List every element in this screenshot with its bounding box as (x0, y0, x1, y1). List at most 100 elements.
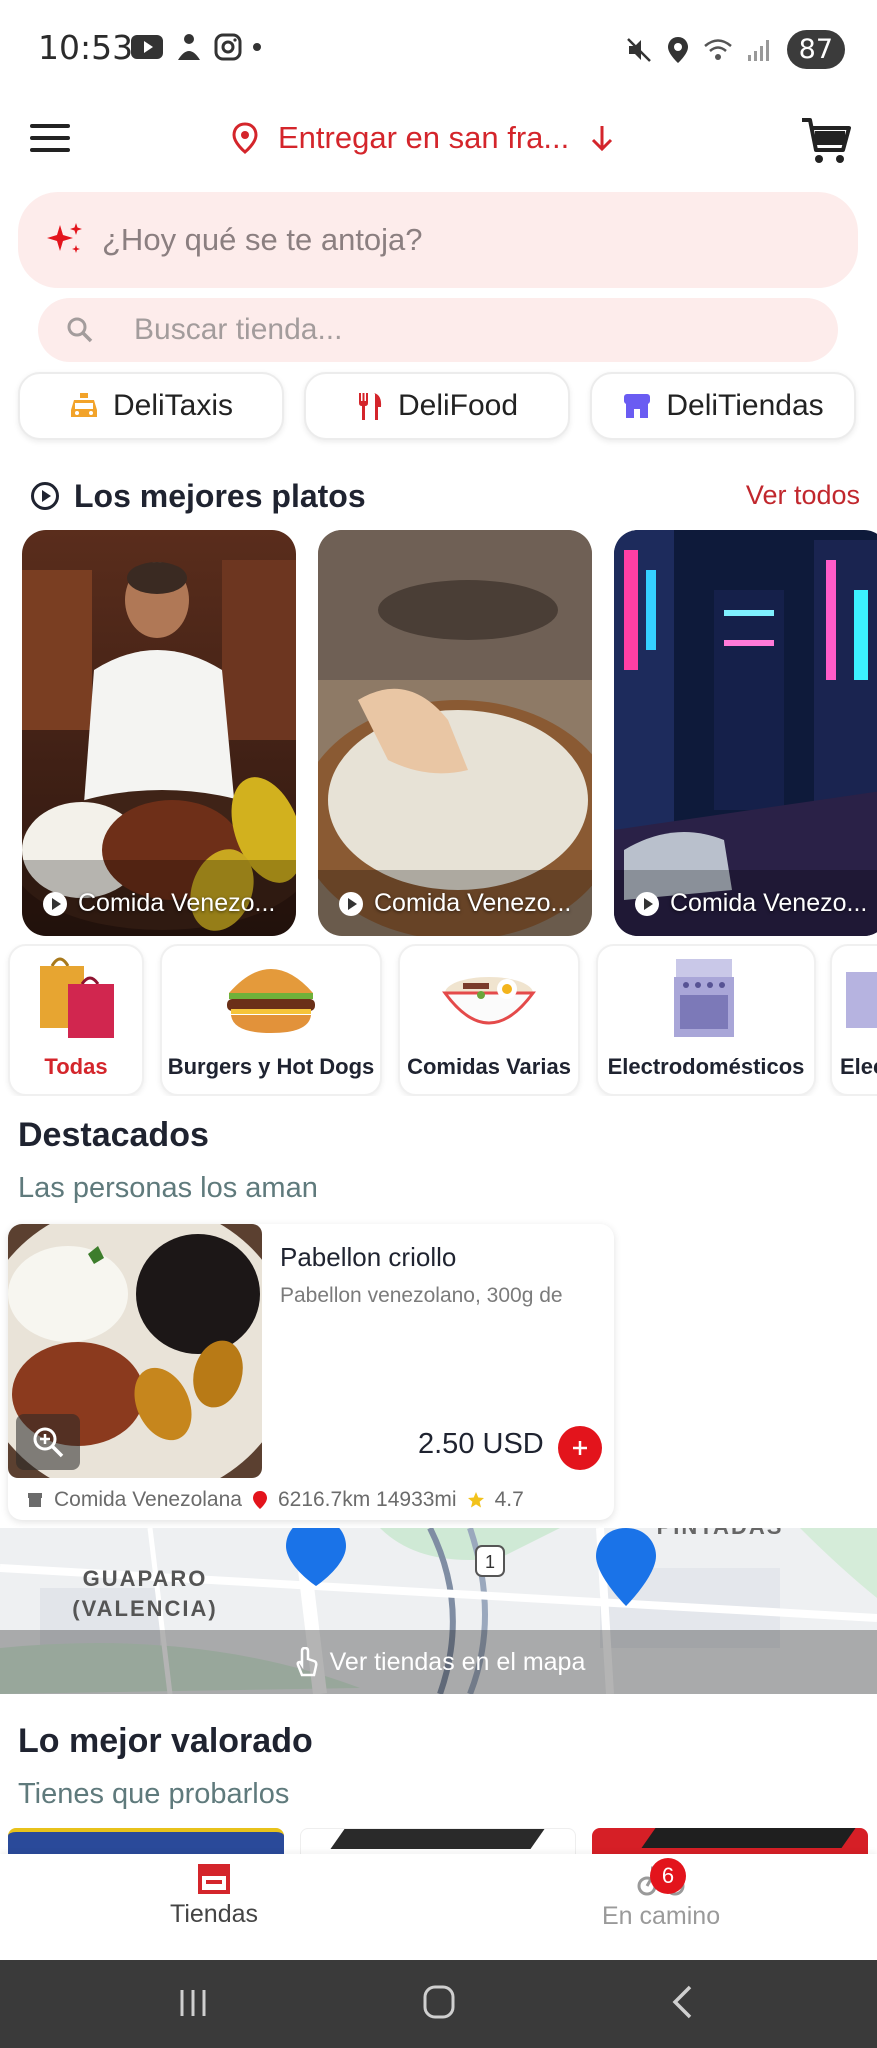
video-caption: Comida Venezo... (338, 889, 571, 918)
category-partial[interactable]: Elec (830, 944, 877, 1096)
video-caption-text: Comida Venezo... (374, 889, 572, 917)
signal-icon (747, 39, 769, 61)
product-card[interactable]: Pabellon criollo Pabellon venezolano, 30… (8, 1224, 614, 1520)
video-card[interactable]: Comida Venezo... (318, 530, 592, 936)
product-rating: 4.7 (494, 1488, 524, 1511)
delivery-location-selector[interactable]: Entregar en san fra... (232, 120, 615, 156)
video-thumbnail (614, 530, 877, 936)
play-icon (635, 891, 659, 916)
category-burgers[interactable]: Burgers y Hot Dogs (160, 944, 382, 1096)
category-label: Electrodomésticos (607, 1054, 805, 1079)
category-label: Burgers y Hot Dogs (167, 1054, 375, 1079)
best-dishes-carousel: Comida Venezo... Comida Venezo... Comida… (22, 530, 877, 936)
category-todas[interactable]: Todas (8, 944, 144, 1096)
category-label: Comidas Varias (407, 1054, 571, 1079)
route-number: 1 (485, 1552, 495, 1572)
product-image (8, 1224, 262, 1478)
category-electrodomesticos[interactable]: Electrodomésticos (596, 944, 816, 1096)
notification-icons (130, 32, 262, 62)
map-label: PINTADAS (657, 1528, 784, 1539)
video-thumbnail (318, 530, 592, 936)
on-the-way-badge: 6 (650, 1858, 686, 1894)
play-circle-icon (31, 482, 59, 510)
top-rated-card[interactable] (8, 1828, 284, 1854)
top-rated-card[interactable] (300, 1828, 576, 1854)
tab-label: Tiendas (170, 1900, 259, 1928)
shopping-bags-icon (40, 957, 114, 1038)
product-store: Comida Venezolana (54, 1488, 242, 1511)
featured-subtitle: Las personas los aman (18, 1172, 318, 1204)
arrow-down-icon (592, 126, 613, 152)
view-stores-label: Ver tiendas en el mapa (329, 1647, 586, 1676)
tab-label: En camino (602, 1902, 721, 1930)
map-label: GUAPARO (83, 1566, 208, 1591)
home-icon[interactable] (422, 1984, 456, 2020)
status-bar: 10:53 87 (0, 0, 877, 100)
bottom-tab-bar: Tiendas En camino 6 (0, 1854, 877, 1960)
service-selector: DeliTaxis DeliFood DeliTiendas (18, 372, 856, 440)
tap-hand-icon (296, 1647, 318, 1677)
store-search-placeholder: Buscar tienda... (134, 313, 343, 346)
location-pin-icon (232, 122, 258, 154)
zoom-in-icon (33, 1427, 64, 1458)
menu-icon[interactable] (30, 124, 70, 158)
store-icon (28, 1493, 42, 1507)
top-rated-card[interactable] (592, 1828, 868, 1854)
delivery-location-label: Entregar en san fra... (278, 120, 570, 155)
store-icon (624, 394, 651, 418)
video-card[interactable]: Comida Venezo... (614, 530, 877, 936)
zoom-button[interactable] (16, 1414, 80, 1470)
video-card[interactable]: Comida Venezo... (22, 530, 296, 936)
delivery-app-icon (178, 34, 200, 60)
service-delifood[interactable]: DeliFood (304, 372, 570, 440)
best-dishes-header: Los mejores platos Ver todos (30, 474, 860, 518)
wifi-icon (703, 38, 732, 60)
tab-on-the-way[interactable]: En camino 6 (602, 1858, 721, 1931)
taxi-icon (70, 393, 97, 417)
youtube-icon (131, 35, 163, 59)
status-time: 10:53 (38, 28, 134, 67)
best-dishes-title: Los mejores platos (74, 477, 366, 514)
featured-title: Destacados (18, 1116, 209, 1154)
video-caption: Comida Venezo... (42, 889, 275, 918)
map-label: (VALENCIA) (72, 1596, 217, 1621)
video-thumbnail (22, 530, 296, 936)
app-header: Entregar en san fra... (0, 100, 877, 184)
category-comidas-varias[interactable]: Comidas Varias (398, 944, 580, 1096)
plus-icon (573, 1441, 587, 1455)
add-to-cart-button[interactable] (558, 1426, 602, 1470)
service-delitiendas[interactable]: DeliTiendas (590, 372, 856, 440)
sparkle-icon (47, 223, 82, 253)
service-label: DeliTiendas (666, 389, 824, 422)
battery-indicator: 87 (786, 30, 845, 69)
view-stores-on-map-button[interactable]: Ver tiendas en el mapa (0, 1630, 877, 1694)
search-icon (67, 317, 93, 343)
appliance-icon (846, 972, 877, 1028)
product-price: 2.50 USD (418, 1428, 544, 1460)
video-caption-text: Comida Venezo... (78, 889, 276, 917)
location-pin-icon (252, 1491, 267, 1509)
cart-icon[interactable] (799, 114, 853, 168)
tab-stores[interactable]: Tiendas (170, 1862, 258, 1929)
see-all-link[interactable]: Ver todos (746, 480, 860, 511)
category-label: Elec (840, 1054, 877, 1079)
video-caption: Comida Venezo... (634, 889, 867, 918)
recent-apps-icon[interactable] (176, 1988, 210, 2018)
play-icon (43, 891, 67, 916)
category-label: Todas (44, 1054, 108, 1079)
ai-search-input[interactable]: ¿Hoy qué se te antoja? (18, 192, 858, 288)
product-description: Pabellon venezolano, 300g de (280, 1284, 563, 1307)
star-icon (467, 1492, 484, 1508)
stove-icon (674, 959, 734, 1037)
category-carousel: Todas Burgers y Hot Dogs Comidas Varias … (0, 944, 877, 1096)
system-navigation-bar (0, 1960, 877, 2048)
store-search-input[interactable]: Buscar tienda... (38, 298, 838, 362)
service-delitaxis[interactable]: DeliTaxis (18, 372, 284, 440)
ramen-bowl-icon (442, 977, 536, 1025)
system-icons: 87 (625, 30, 845, 69)
back-icon[interactable] (670, 1984, 696, 2020)
service-label: DeliTaxis (112, 389, 234, 422)
product-meta: Comida Venezolana 6216.7km 14933mi 4.7 (26, 1488, 524, 1512)
video-caption-text: Comida Venezo... (670, 889, 868, 917)
product-name: Pabellon criollo (280, 1242, 457, 1272)
